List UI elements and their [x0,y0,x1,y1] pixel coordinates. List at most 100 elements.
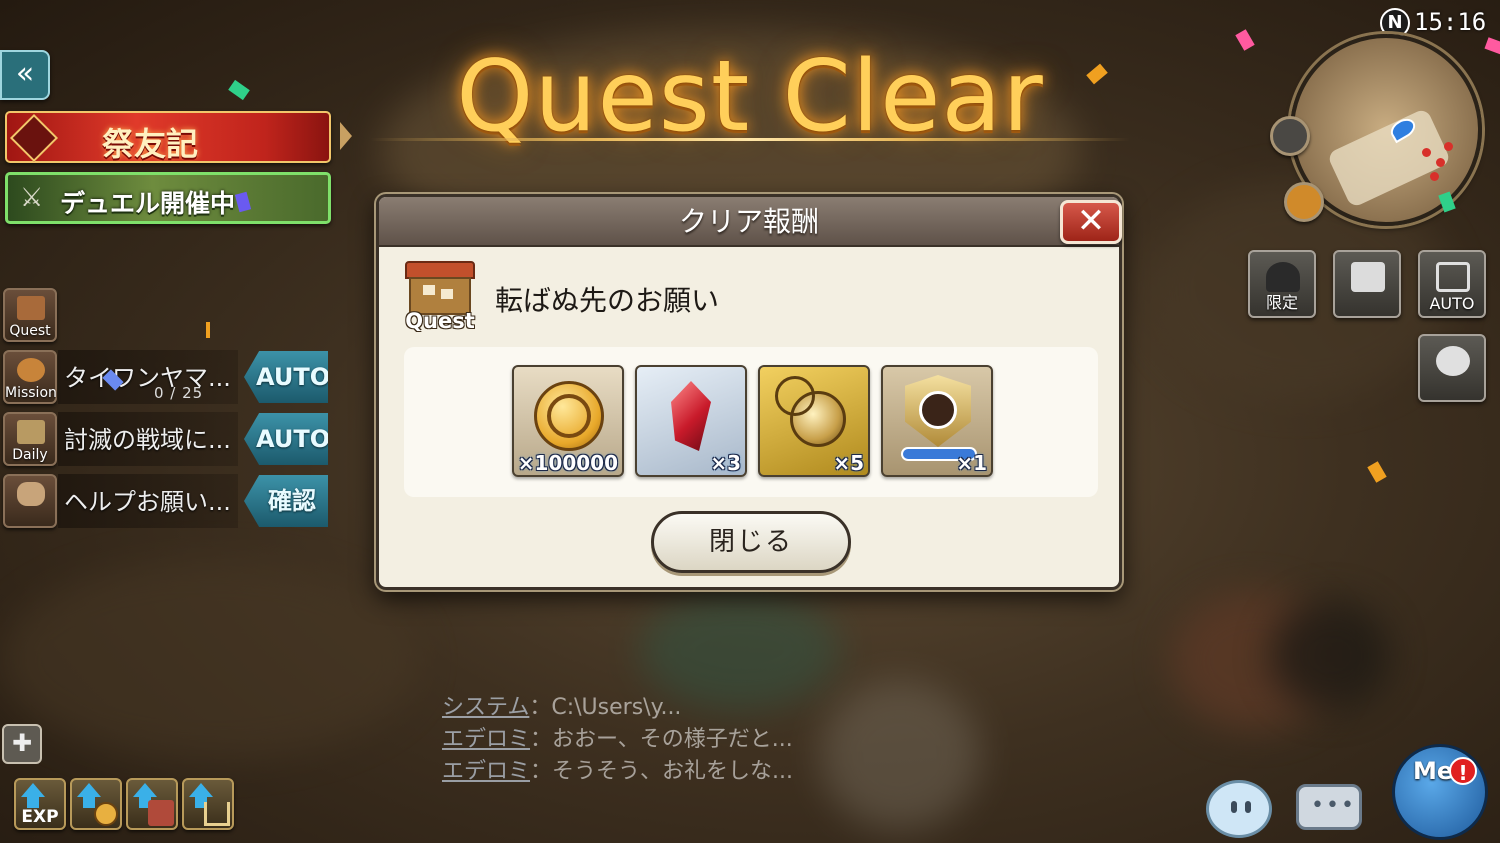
coin-up-icon[interactable] [70,778,122,830]
reward-dialog: クリア報酬 ✕ Quest 転ばぬ先のお願い ×100000 ×3 ×5 ×1 … [376,194,1122,590]
mission-icon-button[interactable]: Mission [3,350,57,404]
daily-book-icon [17,420,45,444]
help-row[interactable]: ヘルプお願い... [58,474,238,528]
map-toggle-button[interactable] [1270,116,1310,156]
daily-icon-label: Daily [12,447,48,463]
enemy-marker-icon [1422,148,1431,157]
help-confirm-button[interactable]: 確認 [244,475,328,527]
daily-text: 討滅の戦域に... [64,426,231,454]
event-banner[interactable]: 祭友記 [5,111,331,163]
close-icon[interactable]: ✕ [1060,200,1122,244]
me-menu-button[interactable]: Me ! [1392,744,1488,840]
background-creature [820,680,980,830]
auto-button[interactable]: AUTO [1418,250,1486,318]
video-camera-icon [1351,262,1385,292]
mission-row[interactable]: タイワンヤマ... 0 / 25 [58,350,238,404]
map-character-button[interactable] [1284,182,1324,222]
chat-line: システム：C:\Users\y... [442,695,682,720]
event-banner-label: 祭友記 [102,125,199,163]
camera-button[interactable] [1333,250,1401,318]
mission-auto-button[interactable]: AUTO [244,351,328,403]
up-arrow-icon [133,783,157,797]
enemy-marker-icon [1436,158,1445,167]
dialog-title: クリア報酬 [379,197,1119,247]
chat-button[interactable]: ••• [1296,784,1362,830]
crossed-swords-icon: ⚔ [20,183,44,213]
enemy-marker-icon [1430,172,1439,181]
close-button[interactable]: 閉じる [651,511,851,573]
handshake-icon [17,482,45,506]
reward-item[interactable]: ×100000 [512,365,624,477]
chat-message: おおー、その様子だと... [552,727,793,752]
chat-line: エデロミ：そうそう、お礼をしな... [442,759,794,784]
chat-speaker[interactable]: エデロミ [442,759,530,784]
daily-auto-button[interactable]: AUTO [244,413,328,465]
reward-item[interactable]: ×1 [881,365,993,477]
mission-bird-icon [17,358,45,382]
reward-count: ×5 [833,451,864,475]
up-arrow-icon [21,783,45,797]
emote-button[interactable] [1206,780,1272,838]
duel-banner[interactable]: ⚔ デュエル開催中 [5,172,331,224]
me-label: Me [1413,757,1454,785]
reward-item[interactable]: ×3 [635,365,747,477]
quest-board-icon [17,296,45,320]
background-beetle [1270,600,1390,710]
quest-badge-icon: Quest [401,261,479,337]
alert-badge: ! [1449,757,1477,785]
confetti [206,322,210,338]
limited-label: 限定 [1265,293,1298,312]
up-arrow-icon [189,783,213,797]
auto-label: AUTO [1429,294,1475,313]
mission-icon-label: Mission [5,385,57,401]
plus-icon: ✚ [11,729,33,757]
auto-target-icon [1436,262,1470,292]
party-icon [1436,346,1470,376]
boot-up-icon[interactable] [126,778,178,830]
quest-name: 転ばぬ先のお願い [495,284,720,317]
gold-coin-icon [534,381,604,451]
chat-speaker[interactable]: システム [442,695,529,720]
quest-badge-label: Quest [405,309,475,333]
help-icon-button[interactable] [3,474,57,528]
reward-count: ×1 [956,451,987,475]
reward-count: ×100000 [517,451,618,475]
chat-speaker[interactable]: エデロミ [442,727,530,752]
exp-up-icon[interactable]: EXP [14,778,66,830]
enemy-marker-icon [1444,142,1453,151]
up-arrow-icon [77,783,101,797]
clock: 15:16 [1414,8,1487,36]
event-emblem-icon [9,113,59,163]
gold-pendant-icon [775,376,846,447]
chat-line: エデロミ：おおー、その様子だと... [442,727,793,752]
title-underline [370,138,1130,141]
reward-item[interactable]: ×5 [758,365,870,477]
back-button[interactable]: « [0,50,50,100]
limited-button[interactable]: 限定 [1248,250,1316,318]
reward-count: ×3 [710,451,741,475]
speech-bubble-icon: ••• [1311,793,1356,818]
expand-arrow-icon[interactable] [340,122,352,150]
duel-banner-label: デュエル開催中 [60,189,236,218]
chat-log: システム：C:\Users\y... エデロミ：おおー、その様子だと... エデ… [442,692,793,788]
basket-up-icon[interactable] [182,778,234,830]
background-ground [0,560,420,760]
chat-message: そうそう、お礼をしな... [552,759,794,784]
add-shortcut-button[interactable]: ✚ [2,724,42,764]
reward-list: ×100000 ×3 ×5 ×1 [404,347,1098,497]
character-medal-icon [905,375,971,447]
daily-icon-button[interactable]: Daily [3,412,57,466]
quest-icon-label: Quest [9,323,51,339]
mission-progress: 0 / 25 [154,384,204,402]
daily-row[interactable]: 討滅の戦域に... [58,412,238,466]
exp-label: EXP [21,807,59,827]
mission-text: タイワンヤマ... [64,364,231,392]
hat-icon [1266,262,1300,292]
red-crystal-icon [671,381,711,451]
confetti [1367,461,1387,483]
quest-icon-button[interactable]: Quest [3,288,57,342]
double-chevron-left-icon: « [15,56,35,91]
chat-message: C:\Users\y... [551,695,682,720]
help-text: ヘルプお願い... [64,488,231,516]
party-button[interactable] [1418,334,1486,402]
